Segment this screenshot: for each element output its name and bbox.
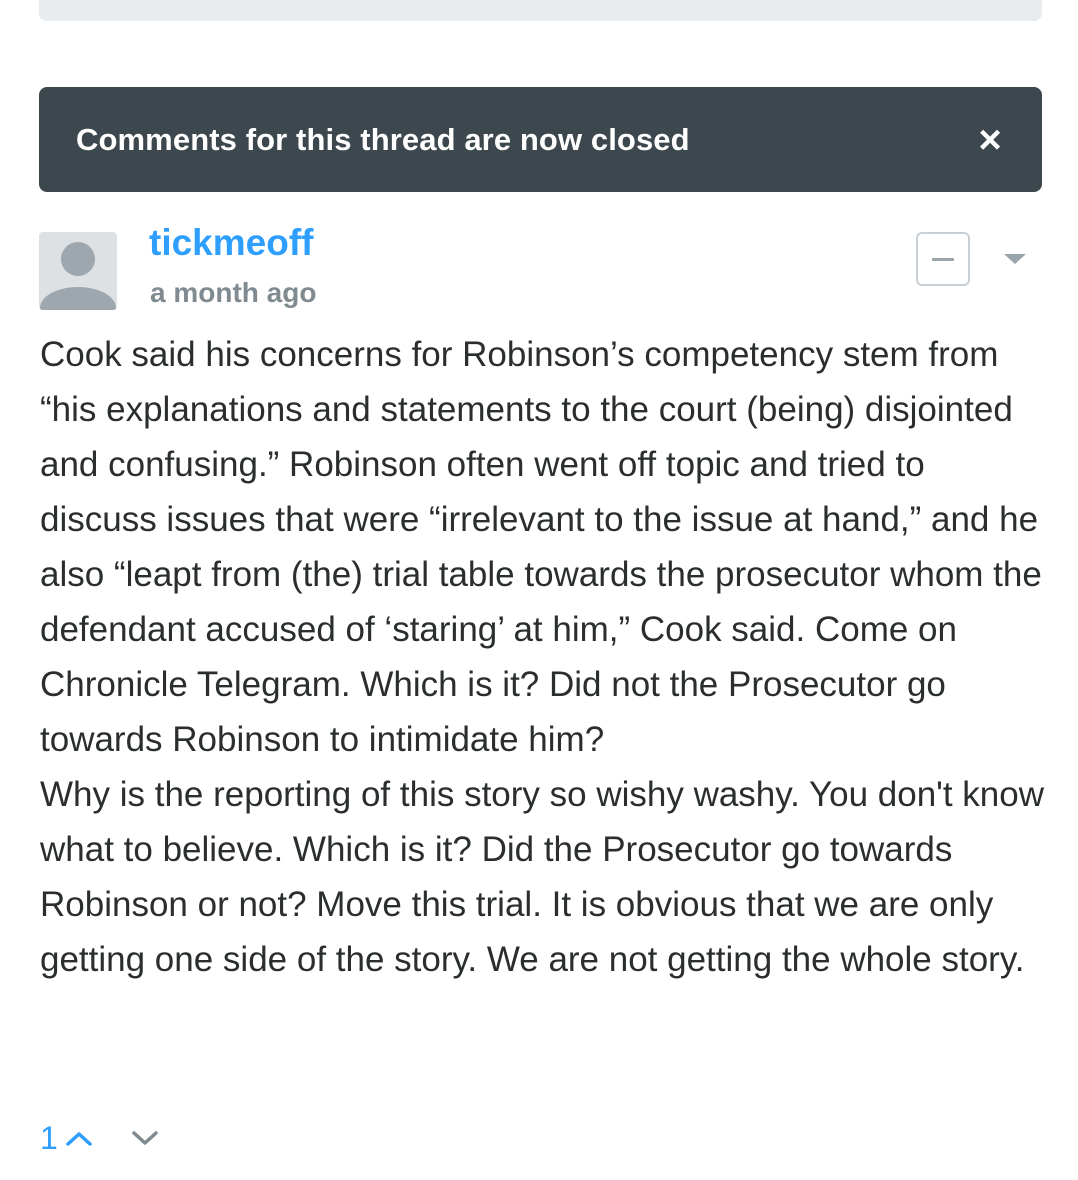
comment-author[interactable]: tickmeoff [149,222,313,264]
default-avatar-icon[interactable] [39,232,117,310]
vote-count: 1 [40,1119,58,1156]
caret-down-icon[interactable] [1004,254,1026,264]
close-icon[interactable]: × [974,120,1006,160]
comment-timestamp[interactable]: a month ago [150,277,316,309]
chevron-down-icon [132,1131,158,1145]
vote-bar: 1 [40,1118,160,1158]
downvote-button[interactable] [130,1128,160,1148]
previous-section-strip [39,0,1042,21]
minus-icon [932,257,954,261]
comment-paragraph: Cook said his concerns for Robinson’s co… [40,335,1042,759]
banner-text: Comments for this thread are now closed [76,121,690,157]
chevron-up-icon [66,1132,92,1146]
comment-body: Cook said his concerns for Robinson’s co… [40,327,1050,987]
avatar-silhouette [40,242,116,310]
comment-paragraph: Why is the reporting of this story so wi… [40,775,1045,979]
comments-closed-banner: Comments for this thread are now closed … [39,87,1042,192]
upvote-button[interactable] [64,1128,94,1148]
collapse-button[interactable] [916,232,970,286]
